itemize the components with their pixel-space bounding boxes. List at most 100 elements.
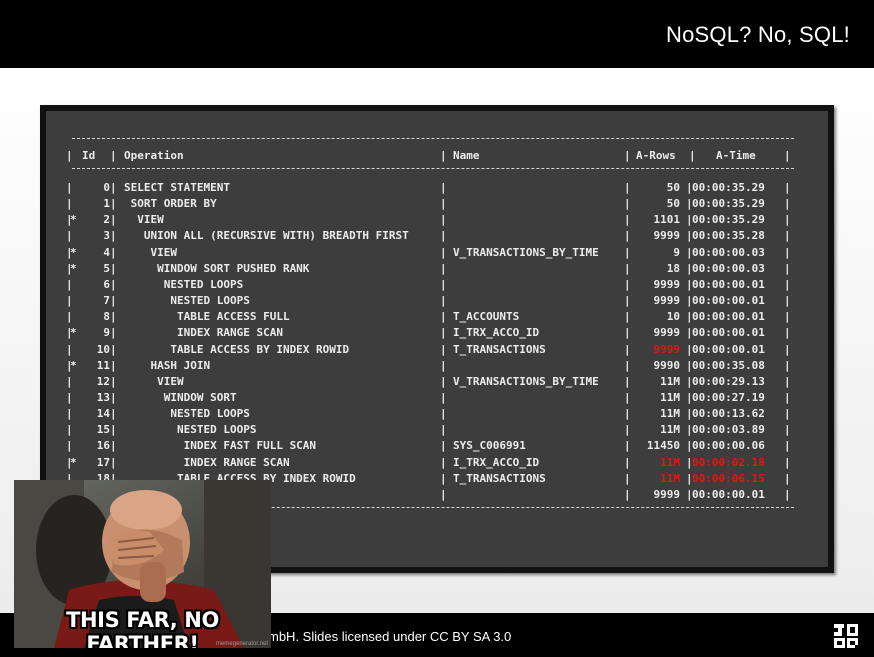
row-arows: 9: [673, 245, 680, 259]
row-star: *: [70, 261, 77, 275]
row-name: I_TRX_ACCO_ID: [453, 455, 540, 469]
column-separator: |: [66, 423, 73, 437]
plan-row: | 10 | TABLE ACCESS BY INDEX ROWID | T_TRANS…: [46, 342, 828, 358]
plan-header-row: | Id | Operation | Name | A-Rows | A-Tim…: [66, 149, 791, 162]
row-atime: 00:00:35.28: [692, 229, 765, 243]
column-separator: |: [440, 294, 447, 308]
column-separator: |: [110, 407, 117, 421]
column-separator: |: [784, 358, 791, 372]
column-separator: |: [110, 439, 117, 453]
row-arows: 1101: [653, 213, 681, 227]
row-name: T_ACCOUNTS: [453, 310, 520, 324]
row-id: 6: [103, 277, 110, 291]
row-operation: UNION ALL (RECURSIVE WITH) BREADTH FIRST: [124, 229, 409, 243]
row-arows: 9999: [653, 277, 681, 291]
row-arows: 50: [666, 181, 680, 194]
row-atime: 00:00:27.19: [692, 390, 765, 404]
row-atime: 00:00:03.89: [692, 423, 765, 437]
row-arows: 9999: [653, 326, 681, 340]
column-separator: |: [66, 277, 73, 291]
column-separator: |: [440, 197, 447, 211]
row-atime: 00:00:00.01: [692, 310, 765, 324]
row-star: *: [70, 358, 77, 372]
row-operation: TABLE ACCESS FULL: [124, 310, 290, 324]
column-separator: |: [110, 213, 117, 227]
column-separator: |: [440, 277, 447, 291]
row-arows: 10: [666, 310, 680, 324]
row-operation: NESTED LOOPS: [124, 407, 250, 421]
column-separator: |: [66, 407, 73, 421]
column-separator: |: [624, 261, 631, 275]
column-separator: |: [624, 358, 631, 372]
row-arows: 9990: [653, 358, 681, 372]
row-operation: HASH JOIN: [124, 358, 211, 372]
row-operation: WINDOW SORT: [124, 390, 237, 404]
row-name: V_TRANSACTIONS_BY_TIME: [453, 374, 599, 388]
row-arows: 9999: [653, 342, 681, 356]
row-id: 10: [96, 342, 110, 356]
column-separator: |: [784, 310, 791, 324]
row-operation: SELECT STATEMENT: [124, 181, 230, 194]
row-id: 7: [103, 294, 110, 308]
column-separator: |: [624, 277, 631, 291]
row-atime: 00:00:00.03: [692, 245, 765, 259]
column-separator: |: [66, 374, 73, 388]
plan-row: | 6 | NESTED LOOPS | | 9999 | 00:00:00.01 |: [46, 277, 828, 293]
column-separator: |: [110, 455, 117, 469]
column-separator: |: [784, 294, 791, 308]
row-atime: 00:00:35.29: [692, 181, 765, 194]
header-arows: A-Rows: [636, 149, 676, 162]
plan-row: | * 4 | VIEW | V_TRANSACTIONS_BY_TIME | 9 | 00:00…: [46, 245, 828, 261]
row-id: 0: [103, 181, 110, 194]
column-separator: |: [624, 245, 631, 259]
column-separator: |: [66, 294, 73, 308]
column-separator: |: [784, 342, 791, 356]
column-separator: |: [66, 229, 73, 243]
row-arows: 11M: [660, 374, 680, 388]
column-separator: |: [440, 310, 447, 324]
column-separator: |: [784, 245, 791, 259]
column-separator: |: [624, 374, 631, 388]
plan-row: | 3 | UNION ALL (RECURSIVE WITH) BREADTH F…: [46, 228, 828, 244]
row-operation: NESTED LOOPS: [124, 277, 244, 291]
plan-row: | 13 | WINDOW SORT | | 11M | 00:00:27.19 |: [46, 390, 828, 406]
column-separator: |: [784, 261, 791, 275]
jooq-logo-icon: [834, 624, 859, 649]
row-star: *: [70, 326, 77, 340]
row-atime: 00:00:00.06: [692, 439, 765, 453]
row-id: 17: [96, 455, 110, 469]
row-atime: 00:00:00.03: [692, 261, 765, 275]
column-separator: |: [624, 390, 631, 404]
column-separator: |: [110, 423, 117, 437]
plan-row: | 15 | NESTED LOOPS | | 11M | 00:00:03.89 |: [46, 422, 828, 438]
column-separator: |: [784, 471, 791, 485]
row-atime: 00:00:00.01: [692, 342, 765, 356]
row-atime: 00:00:35.29: [692, 213, 765, 227]
header-name: Name: [453, 149, 480, 162]
row-id: 2: [103, 213, 110, 227]
column-separator: |: [784, 455, 791, 469]
column-separator: |: [66, 197, 73, 211]
column-separator: |: [440, 261, 447, 275]
row-atime: 00:00:00.01: [692, 294, 765, 308]
row-id: 16: [96, 439, 110, 453]
column-separator: |: [110, 181, 117, 194]
column-separator: |: [110, 197, 117, 211]
row-id: 8: [103, 310, 110, 324]
column-separator: |: [624, 487, 631, 501]
column-separator: |: [440, 181, 447, 194]
row-arows: 9999: [653, 294, 681, 308]
column-separator: |: [440, 471, 447, 485]
column-separator: |: [110, 326, 117, 340]
column-separator: |: [66, 181, 73, 194]
plan-row: | 14 | NESTED LOOPS | | 11M | 00:00:13.62 |: [46, 406, 828, 422]
column-separator: |: [440, 213, 447, 227]
row-id: 9: [103, 326, 110, 340]
column-separator: |: [624, 455, 631, 469]
row-id: 14: [96, 407, 110, 421]
row-operation: VIEW: [124, 213, 164, 227]
column-separator: |: [110, 310, 117, 324]
row-atime: 00:00:00.01: [692, 277, 765, 291]
column-separator: |: [110, 294, 117, 308]
separator-line: [72, 138, 794, 139]
